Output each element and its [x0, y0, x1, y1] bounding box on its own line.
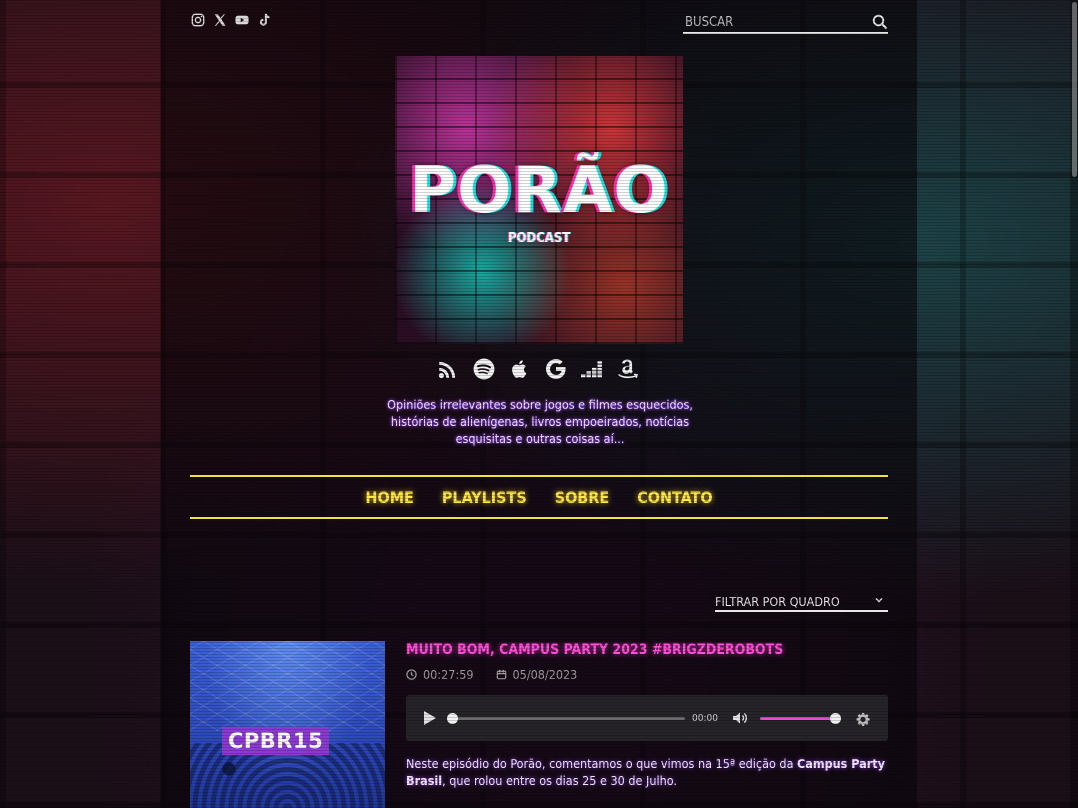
date-value: 05/08/2023	[512, 667, 578, 682]
page-scrollbar[interactable]	[1070, 0, 1078, 808]
search-box	[683, 12, 888, 34]
episode-thumbnail[interactable]: CPBR15	[190, 641, 385, 808]
cover-logo: PORÃO	[409, 154, 669, 228]
podcast-tagline: Opiniões irrelevantes sobre jogos e film…	[387, 397, 693, 446]
volume-slider[interactable]	[759, 712, 841, 724]
player-time: 00:00	[692, 712, 718, 724]
episode-duration: 00:27:59	[406, 667, 474, 682]
play-button[interactable]	[423, 710, 437, 726]
main-column: PORÃO PODCAST Opiniões irrelevantes sobr…	[161, 0, 917, 808]
episode-title[interactable]: MUITO BOM, CAMPUS PARTY 2023 #BRIGZDEROB…	[406, 642, 888, 658]
youtube-icon[interactable]	[235, 12, 249, 28]
deezer-icon[interactable]	[581, 357, 603, 381]
platform-links	[437, 357, 639, 381]
description-text-2: , que rolou entre os dias 25 e 30 de Jul…	[442, 773, 677, 788]
amazon-icon[interactable]	[617, 357, 639, 381]
nav-sobre[interactable]: SOBRE	[555, 488, 610, 507]
volume-icon[interactable]	[732, 710, 748, 726]
apple-icon[interactable]	[509, 357, 531, 381]
duration-value: 00:27:59	[423, 667, 474, 682]
play-icon	[424, 711, 436, 725]
search-icon[interactable]	[872, 14, 888, 30]
google-icon[interactable]	[545, 357, 567, 381]
main-nav: HOME PLAYLISTS SOBRE CONTATO	[190, 475, 888, 519]
search-input[interactable]	[683, 14, 857, 30]
progress-slider[interactable]	[447, 712, 685, 724]
instagram-icon[interactable]	[191, 12, 205, 28]
social-links	[191, 12, 271, 28]
scrollbar-thumb[interactable]	[1072, 2, 1077, 177]
cover-subtitle: PODCAST	[507, 231, 571, 246]
rss-icon[interactable]	[437, 357, 459, 381]
volume-knob[interactable]	[829, 712, 841, 724]
progress-knob[interactable]	[447, 712, 458, 724]
audio-player: 00:00	[406, 695, 888, 741]
description-text-1: Neste episódio do Porão, comentamos o qu…	[406, 756, 798, 771]
podcast-cover: PORÃO PODCAST	[395, 56, 683, 344]
x-icon[interactable]	[213, 12, 227, 28]
tiktok-icon[interactable]	[257, 12, 271, 28]
filter-label: FILTRAR POR QUADRO	[715, 593, 840, 609]
filter-dropdown[interactable]: FILTRAR POR QUADRO	[715, 592, 888, 612]
episode-meta: 00:27:59 05/08/2023	[406, 667, 577, 682]
clock-icon	[406, 669, 417, 680]
settings-gear-icon[interactable]	[856, 711, 870, 726]
episode-date: 05/08/2023	[496, 667, 578, 682]
nav-contato[interactable]: CONTATO	[637, 488, 712, 507]
chevron-down-icon	[874, 595, 884, 608]
nav-playlists[interactable]: PLAYLISTS	[442, 488, 527, 507]
spotify-icon[interactable]	[473, 357, 495, 381]
nav-home[interactable]: HOME	[365, 488, 413, 507]
calendar-icon	[496, 669, 506, 680]
thumbnail-truss	[190, 641, 385, 731]
thumbnail-badge: CPBR15	[222, 727, 330, 755]
episode-description: Neste episódio do Porão, comentamos o qu…	[406, 755, 888, 789]
